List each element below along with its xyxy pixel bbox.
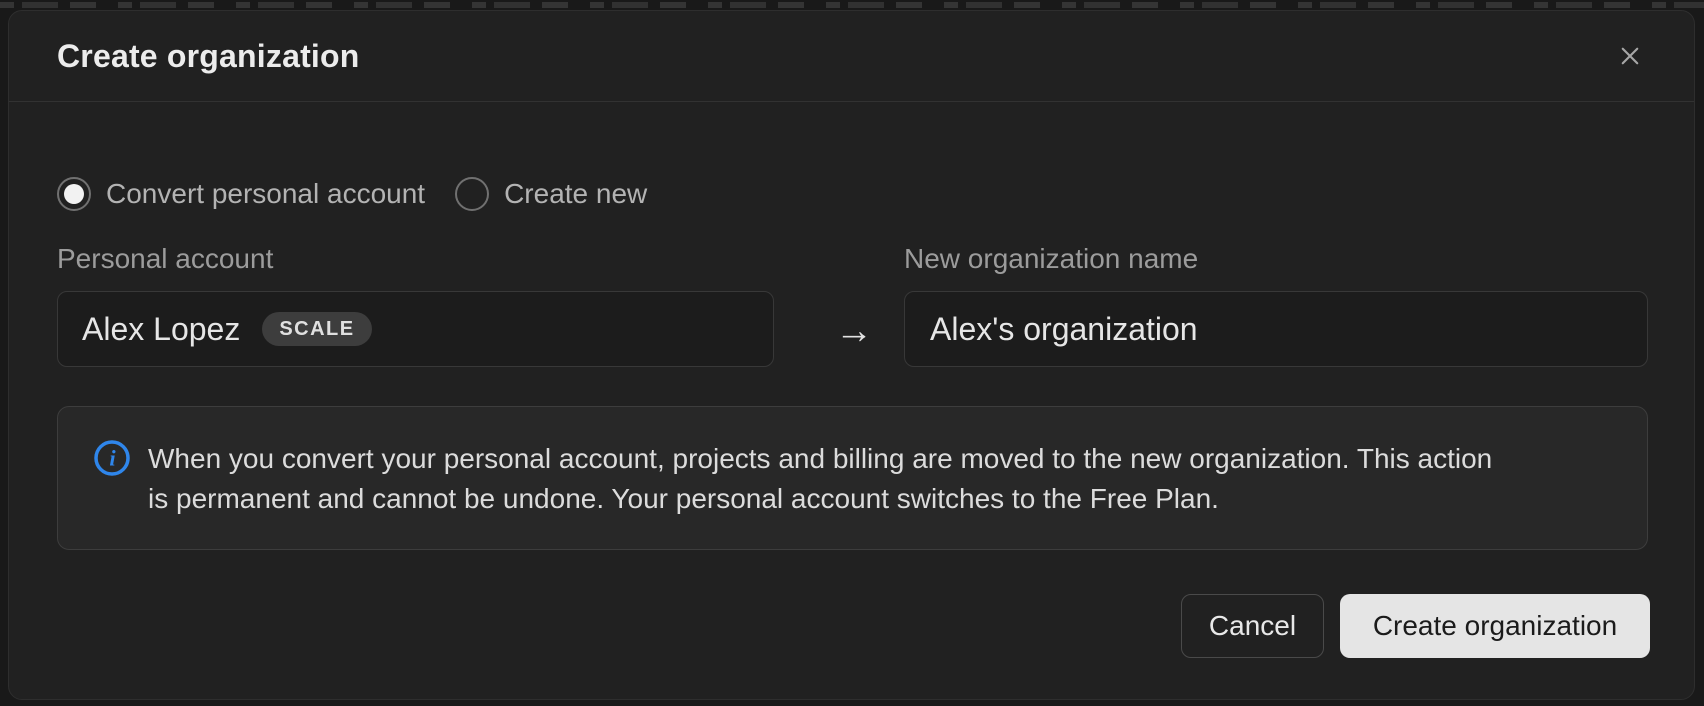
radio-option-label: Convert personal account — [106, 178, 425, 210]
radio-option-label: Create new — [504, 178, 647, 210]
info-text: When you convert your personal account, … — [148, 439, 1492, 519]
cancel-button[interactable]: Cancel — [1181, 594, 1324, 658]
radio-unselected-icon — [455, 177, 489, 211]
info-callout: i When you convert your personal account… — [57, 406, 1648, 550]
plan-badge: SCALE — [262, 312, 371, 346]
dialog-title: Create organization — [57, 38, 360, 75]
background-page-text-edge — [0, 2, 1704, 8]
dialog-header: Create organization — [9, 11, 1694, 102]
create-organization-button[interactable]: Create organization — [1340, 594, 1650, 658]
svg-text:i: i — [109, 446, 116, 471]
radio-option-create-new[interactable]: Create new — [455, 177, 647, 211]
personal-account-label: Personal account — [57, 243, 273, 275]
info-text-line: is permanent and cannot be undone. Your … — [148, 479, 1492, 519]
account-mode-radio-group: Convert personal account Create new — [57, 177, 647, 211]
info-icon: i — [92, 438, 132, 478]
create-organization-dialog: Create organization Convert personal acc… — [8, 10, 1695, 700]
personal-account-value: Alex Lopez — [82, 311, 240, 348]
info-text-line: When you convert your personal account, … — [148, 439, 1492, 479]
new-organization-name-input[interactable] — [904, 291, 1648, 367]
new-organization-name-label: New organization name — [904, 243, 1198, 275]
close-icon — [1615, 41, 1645, 71]
arrow-right-icon: → — [829, 307, 879, 355]
personal-account-select[interactable]: Alex Lopez SCALE — [57, 291, 774, 367]
radio-option-convert-personal-account[interactable]: Convert personal account — [57, 177, 425, 211]
close-button[interactable] — [1611, 37, 1649, 75]
radio-selected-icon — [57, 177, 91, 211]
